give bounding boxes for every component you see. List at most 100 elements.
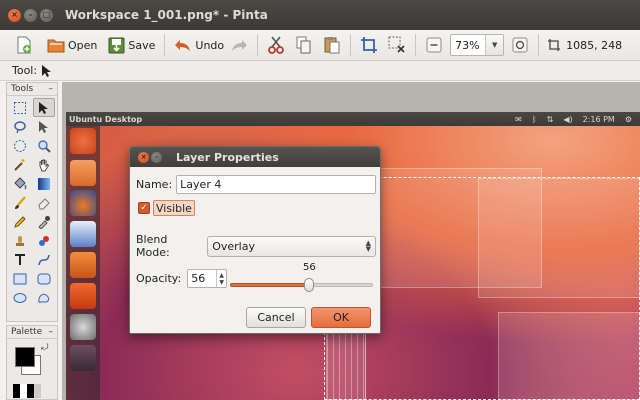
ubuntu-indicators: ✉ ᛒ ⇅ ◀) 2:16 PM ⚙ (515, 115, 640, 124)
panel-minimize-icon[interactable]: – (49, 84, 54, 94)
volume-speaker-icon: ◀) (563, 114, 573, 124)
tool-grid (7, 96, 57, 309)
zoom-tool[interactable] (33, 136, 55, 155)
tools-panel-header: Tools – (7, 83, 57, 96)
folder-icon (47, 36, 65, 54)
rectangle-select-tool[interactable] (9, 98, 31, 117)
name-label: Name: (136, 178, 173, 191)
crop-icon (360, 36, 378, 54)
paint-bucket-tool[interactable] (9, 174, 31, 193)
magic-wand-tool[interactable] (9, 155, 31, 174)
zoom-in-icon (511, 36, 529, 54)
cancel-button[interactable]: Cancel (246, 307, 306, 328)
rectangle-tool[interactable] (9, 269, 31, 288)
zoom-in-button[interactable] (508, 33, 532, 57)
dialog-minimize-button[interactable]: – (151, 151, 162, 163)
color-picker-tool[interactable] (33, 212, 55, 231)
pencil-tool[interactable] (9, 212, 31, 231)
toolbar-separator (415, 34, 417, 56)
ellipse-tool[interactable] (9, 288, 31, 307)
ok-button[interactable]: OK (311, 307, 371, 328)
window-controls: × – □ (8, 8, 53, 22)
paintbrush-tool[interactable] (9, 193, 31, 212)
swap-colors-icon[interactable]: ⤾ (41, 343, 49, 353)
minimize-window-button[interactable]: – (24, 8, 37, 22)
save-label: Save (128, 38, 156, 52)
pinta-window: × – □ Workspace 1_001.png* - Pinta Open … (0, 0, 640, 400)
power-gear-icon: ⚙ (624, 114, 632, 124)
visible-row[interactable]: ✓ Visible (138, 200, 195, 216)
open-label: Open (68, 38, 98, 52)
image-size-readout: 1085, 248 (566, 38, 623, 52)
palette-panel-header: Palette – (7, 326, 57, 339)
zoom-value[interactable]: 73% (451, 39, 485, 52)
blend-mode-select[interactable]: Overlay ▲ ▼ (207, 235, 376, 257)
ubuntu-one-icon (70, 283, 96, 309)
close-window-button[interactable]: × (8, 8, 21, 22)
main-toolbar: Open Save Undo 73% ▼ 1085, 248 (0, 30, 640, 61)
name-row: Name: Layer 4 (136, 175, 376, 194)
opacity-spinbutton[interactable]: 56 ▲ ▼ (187, 269, 228, 288)
zoom-combobox[interactable]: 73% ▼ (450, 34, 505, 56)
eraser-tool[interactable] (33, 193, 55, 212)
opacity-slider[interactable] (230, 278, 373, 292)
new-button[interactable] (12, 33, 36, 57)
palette-color-grid[interactable] (13, 384, 41, 398)
software-center-icon (70, 252, 96, 278)
open-button[interactable]: Open (44, 33, 100, 57)
pointer-arrow-icon (40, 64, 54, 78)
visible-checkbox[interactable]: ✓ (138, 202, 150, 214)
cut-button[interactable] (264, 33, 288, 57)
pan-hand-tool[interactable] (33, 155, 55, 174)
copy-button[interactable] (292, 33, 316, 57)
line-curve-tool[interactable] (33, 250, 55, 269)
dialog-title: Layer Properties (176, 150, 279, 164)
zoom-out-icon (425, 36, 443, 54)
up-down-arrows-icon: ▲ ▼ (365, 239, 371, 253)
deselect-button[interactable] (385, 33, 409, 57)
save-icon (107, 36, 125, 54)
move-selection-tool[interactable] (33, 117, 55, 136)
slider-fill (230, 283, 309, 287)
panel-minimize-icon[interactable]: – (49, 327, 54, 337)
chevron-down-icon[interactable]: ▼ (485, 35, 504, 55)
primary-color-swatch[interactable] (15, 347, 35, 367)
dialog-window-controls: × – (138, 151, 162, 163)
redo-button[interactable] (227, 33, 251, 57)
slider-thumb[interactable] (304, 278, 314, 292)
dash-home-icon (70, 128, 96, 154)
tool-options-bar: Tool: (0, 61, 640, 81)
crop-to-selection-button[interactable] (357, 33, 381, 57)
paste-clipboard-icon (323, 36, 341, 54)
window-title: Workspace 1_001.png* - Pinta (65, 8, 268, 22)
ellipse-select-tool[interactable] (9, 136, 31, 155)
opacity-label: Opacity: (136, 272, 182, 285)
palette-panel: Palette – ⤾ (6, 325, 58, 400)
layer-name-input[interactable]: Layer 4 (176, 175, 376, 194)
opacity-row: Opacity: 56 ▲ ▼ (136, 269, 228, 288)
ubuntu-clock: 2:16 PM (582, 114, 615, 124)
blend-mode-row: Blend Mode: Overlay ▲ ▼ (136, 233, 376, 259)
recolor-tool[interactable] (33, 231, 55, 250)
move-selected-tool[interactable] (33, 98, 55, 117)
text-tool[interactable] (9, 250, 31, 269)
network-arrows-icon: ⇅ (546, 114, 554, 124)
undo-button[interactable]: Undo (171, 33, 227, 57)
lasso-select-tool[interactable] (9, 117, 31, 136)
zoom-out-button[interactable] (422, 33, 446, 57)
palette-panel-title: Palette (11, 327, 43, 337)
visible-label[interactable]: Visible (153, 200, 195, 216)
paste-button[interactable] (320, 33, 344, 57)
gradient-tool[interactable] (33, 174, 55, 193)
clone-stamp-tool[interactable] (9, 231, 31, 250)
dialog-title-bar: × – Layer Properties (130, 147, 380, 167)
spin-arrows-icon[interactable]: ▲ ▼ (216, 270, 226, 287)
rounded-rectangle-tool[interactable] (33, 269, 55, 288)
save-button[interactable]: Save (104, 33, 158, 57)
toolbar-separator (164, 34, 166, 56)
opacity-value[interactable]: 56 (188, 270, 216, 287)
dialog-close-button[interactable]: × (138, 151, 149, 163)
writer-document-icon (70, 221, 96, 247)
maximize-window-button[interactable]: □ (40, 8, 53, 22)
freeform-shape-tool[interactable] (33, 288, 55, 307)
